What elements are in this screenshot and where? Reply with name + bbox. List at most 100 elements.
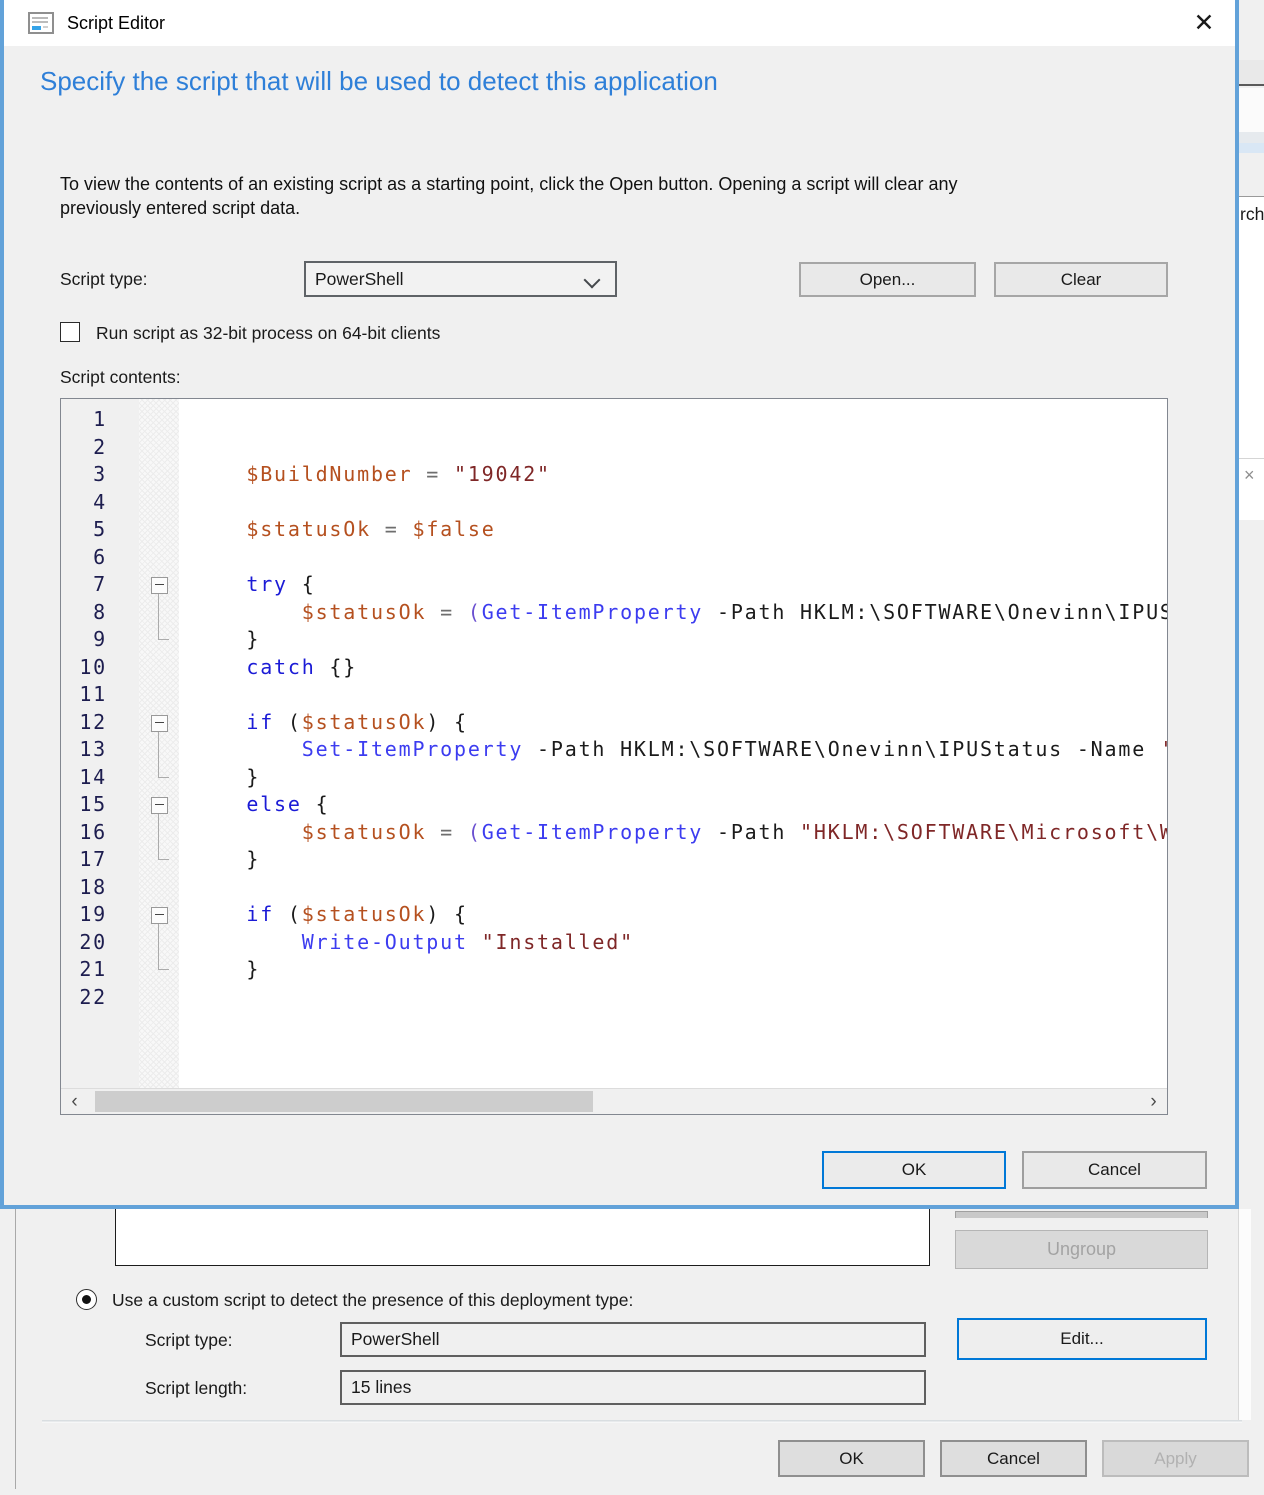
editor-line: 20 Write-Output "Installed" (61, 929, 1167, 957)
token-paren: ( (468, 820, 482, 844)
open-button[interactable]: Open... (799, 262, 976, 297)
detection-rule-dialog: Ungroup Use a custom script to detect th… (0, 1209, 1264, 1495)
fold-marker (139, 846, 179, 874)
properties-apply-button[interactable]: Apply (1102, 1440, 1249, 1477)
token-plain (191, 572, 246, 596)
fold-cell (139, 984, 179, 1012)
editor-line: 21 } (61, 956, 1167, 984)
token-cmdlet: Write-Output (302, 930, 468, 954)
fold-collapse-icon[interactable] (151, 577, 168, 594)
ungroup-button[interactable]: Ungroup (955, 1230, 1208, 1269)
token-plain: -Path HKLM:\SOFTWARE\Onevinn\IPUStatus -… (523, 737, 1160, 761)
editor-line: 10 catch {} (61, 654, 1167, 682)
screen: rch × Ungroup Use a custom script to det… (0, 0, 1264, 1495)
editor-line: 2 (61, 434, 1167, 462)
token-string: "Installed" (482, 930, 634, 954)
code-line: } (179, 626, 1167, 654)
cancel-button[interactable]: Cancel (1022, 1151, 1207, 1189)
ok-button[interactable]: OK (822, 1151, 1006, 1189)
token-paren: ( (468, 600, 482, 624)
fold-collapse-icon[interactable] (151, 797, 168, 814)
line-number: 15 (61, 791, 139, 819)
editor-line: 3 $BuildNumber = "19042" (61, 461, 1167, 489)
fold-marker (139, 736, 179, 764)
properties-cancel-button[interactable]: Cancel (940, 1440, 1087, 1477)
token-plain: { (302, 792, 330, 816)
code-line: if ($statusOk) { (179, 709, 1167, 737)
token-plain (191, 710, 246, 734)
fold-marker[interactable] (139, 571, 179, 599)
fold-corner (158, 859, 169, 860)
token-operator: = (412, 462, 454, 486)
group-button-sliver[interactable] (955, 1211, 1208, 1218)
dialog-heading: Specify the script that will be used to … (40, 66, 718, 97)
token-plain: { (288, 572, 316, 596)
fold-cell (139, 516, 179, 544)
custom-script-radio[interactable] (76, 1289, 97, 1310)
line-number: 21 (61, 956, 139, 984)
close-fragment-text: × (1244, 465, 1255, 485)
scrollbar-thumb[interactable] (95, 1091, 593, 1112)
line-number: 17 (61, 846, 139, 874)
search-box-fragment: rch (1239, 196, 1264, 240)
token-keyword: if (246, 710, 274, 734)
scroll-left-icon[interactable]: ‹ (61, 1089, 88, 1114)
scroll-right-icon[interactable]: › (1140, 1089, 1167, 1114)
fold-collapse-icon[interactable] (151, 715, 168, 732)
fold-cell (139, 489, 179, 517)
horizontal-scrollbar[interactable]: ‹ › (61, 1088, 1167, 1114)
token-cmdlet: Get-ItemProperty (482, 820, 703, 844)
fold-cell (139, 434, 179, 462)
fold-marker[interactable] (139, 901, 179, 929)
groupbox-right-edge (1238, 1209, 1251, 1420)
script-type-label: Script type: (60, 269, 148, 290)
run-32bit-checkbox[interactable] (60, 322, 80, 342)
fold-cell (139, 544, 179, 572)
token-variable: $statusOk (302, 710, 427, 734)
fold-marker[interactable] (139, 709, 179, 737)
token-plain: } (191, 627, 260, 651)
script-type-field: PowerShell (340, 1322, 926, 1357)
line-number: 4 (61, 489, 139, 517)
line-number: 13 (61, 736, 139, 764)
ribbon-strip (1239, 88, 1264, 132)
editor-line: 6 (61, 544, 1167, 572)
intro-line1: To view the contents of an existing scri… (60, 172, 1145, 196)
code-line: $statusOk = $false (179, 516, 1167, 544)
line-number: 8 (61, 599, 139, 627)
line-number: 1 (61, 406, 139, 434)
close-icon[interactable]: ✕ (1182, 4, 1226, 42)
edit-button[interactable]: Edit... (957, 1318, 1207, 1360)
code-line: $BuildNumber = "19042" (179, 461, 1167, 489)
token-plain: {} (316, 655, 358, 679)
token-plain (191, 902, 246, 926)
panel-fragment (1239, 240, 1264, 458)
editor-line: 9 } (61, 626, 1167, 654)
code-line (179, 406, 1167, 434)
token-variable: $statusOk (302, 600, 427, 624)
fold-marker (139, 929, 179, 957)
editor-line: 13 Set-ItemProperty -Path HKLM:\SOFTWARE… (61, 736, 1167, 764)
properties-ok-button[interactable]: OK (778, 1440, 925, 1477)
script-type-selected-value: PowerShell (315, 269, 404, 290)
token-plain: } (191, 847, 260, 871)
editor-line: 7 try { (61, 571, 1167, 599)
code-line: } (179, 956, 1167, 984)
fold-collapse-icon[interactable] (151, 907, 168, 924)
editor-lines[interactable]: 123 $BuildNumber = "19042"45 $statusOk =… (61, 399, 1167, 1088)
rules-list-box[interactable] (115, 1209, 930, 1266)
script-type-dropdown[interactable]: PowerShell (304, 261, 617, 297)
fold-corner (158, 969, 169, 970)
code-line (179, 434, 1167, 462)
code-line: Write-Output "Installed" (179, 929, 1167, 957)
fold-marker (139, 764, 179, 792)
fold-corner (158, 777, 169, 778)
editor-line: 16 $statusOk = (Get-ItemProperty -Path "… (61, 819, 1167, 847)
fold-line (158, 956, 159, 970)
line-number: 12 (61, 709, 139, 737)
fold-marker[interactable] (139, 791, 179, 819)
script-code-editor[interactable]: 123 $BuildNumber = "19042"45 $statusOk =… (60, 398, 1168, 1115)
line-number: 6 (61, 544, 139, 572)
clear-button[interactable]: Clear (994, 262, 1168, 297)
line-number: 19 (61, 901, 139, 929)
